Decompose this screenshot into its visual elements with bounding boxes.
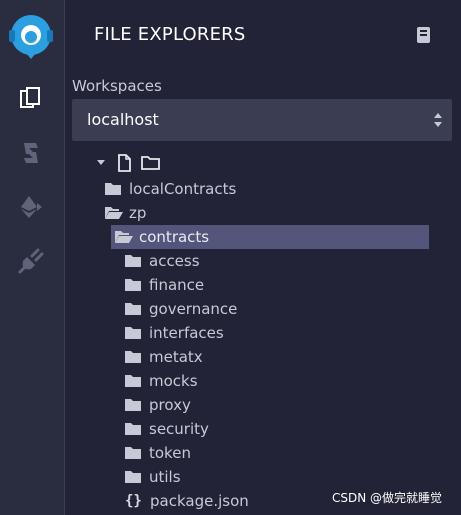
tree-item-label: mocks <box>149 372 198 390</box>
ethereum-deploy-icon[interactable] <box>16 192 46 222</box>
tree-item-finance[interactable]: finance <box>125 273 204 297</box>
folder-icon <box>125 398 141 412</box>
tree-item-label: localContracts <box>129 180 237 198</box>
tree-item-security[interactable]: security <box>125 417 209 441</box>
tree-item-label: governance <box>149 300 238 318</box>
workspace-select-value: localhost <box>87 110 159 129</box>
workspace-select[interactable]: localhost <box>72 99 452 141</box>
tree-item-zp[interactable]: zp <box>105 201 146 225</box>
tree-item-localcontracts[interactable]: localContracts <box>105 177 236 201</box>
folder-open-icon <box>105 206 123 220</box>
folder-open-icon <box>115 230 133 244</box>
tree-item-label: finance <box>149 276 205 294</box>
panel-title: FILE EXPLORERS <box>94 24 246 45</box>
tree-item-interfaces[interactable]: interfaces <box>125 321 224 345</box>
folder-icon <box>125 422 141 436</box>
remix-logo[interactable] <box>6 13 56 59</box>
tree-item-label: token <box>149 444 191 462</box>
watermark: CSDN @做完就睡觉 <box>332 491 443 505</box>
tree-item-proxy[interactable]: proxy <box>125 393 191 417</box>
compile-icon[interactable] <box>16 138 46 168</box>
tree-item-label: zp <box>129 204 147 222</box>
tree-item-token[interactable]: token <box>125 441 191 465</box>
select-arrows-icon <box>433 111 443 129</box>
tree-item-contracts[interactable]: contracts <box>111 225 429 249</box>
tree-item-label: package.json <box>150 492 249 510</box>
workspaces-label: Workspaces <box>72 77 162 95</box>
tree-toolbar <box>96 154 166 174</box>
folder-icon <box>125 350 141 364</box>
tree-item-label: utils <box>149 468 181 486</box>
json-file-icon: {} <box>125 493 142 509</box>
new-file-icon[interactable] <box>118 154 131 172</box>
tree-item-mocks[interactable]: mocks <box>125 369 198 393</box>
file-explorer-panel: FILE EXPLORERS Workspaces localhost loca… <box>65 0 461 515</box>
folder-icon <box>125 278 141 292</box>
book-icon[interactable] <box>416 26 432 44</box>
folder-icon <box>125 326 141 340</box>
folder-icon <box>105 182 121 196</box>
folder-icon <box>125 254 141 268</box>
folder-icon <box>125 302 141 316</box>
plugin-icon[interactable] <box>16 246 46 276</box>
files-icon[interactable] <box>16 84 46 114</box>
folder-icon <box>125 470 141 484</box>
tree-item-governance[interactable]: governance <box>125 297 237 321</box>
tree-item-package-json[interactable]: {} package.json <box>125 489 249 513</box>
tree-item-label: contracts <box>139 228 210 246</box>
tree-item-label: proxy <box>149 396 191 414</box>
tree-item-label: metatx <box>149 348 203 366</box>
tree-item-label: access <box>149 252 200 270</box>
tree-item-access[interactable]: access <box>125 249 200 273</box>
folder-icon <box>125 446 141 460</box>
tree-item-utils[interactable]: utils <box>125 465 181 489</box>
icon-sidebar <box>0 0 65 515</box>
tree-item-label: interfaces <box>149 324 224 342</box>
new-folder-icon[interactable] <box>141 156 160 170</box>
tree-item-label: security <box>149 420 209 438</box>
caret-down-icon[interactable] <box>97 160 105 165</box>
remix-app: FILE EXPLORERS Workspaces localhost loca… <box>0 0 461 515</box>
folder-icon <box>125 374 141 388</box>
tree-item-metatx[interactable]: metatx <box>125 345 203 369</box>
